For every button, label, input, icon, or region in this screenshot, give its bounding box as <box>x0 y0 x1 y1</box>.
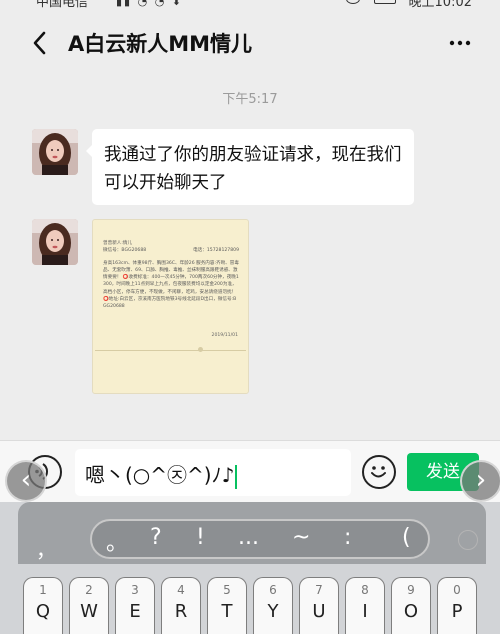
avatar[interactable] <box>32 219 78 265</box>
key-letter: W <box>80 601 98 622</box>
key-u[interactable]: 7U <box>299 577 339 634</box>
battery-icon <box>374 0 396 4</box>
card-pin-dot <box>198 347 203 352</box>
input-bar: 嗯丶(○^㉨^)ﾉ♪ 发送 <box>0 440 500 502</box>
key-number: 4 <box>177 583 185 597</box>
key-w[interactable]: 2W <box>69 577 109 634</box>
chevron-right-icon[interactable]: › <box>460 460 500 502</box>
message-timestamp: 下午5:17 <box>222 92 278 107</box>
punctuation-bar: 。 ? ! ... ~ : ( <box>90 519 430 559</box>
punct-key[interactable]: ... <box>238 525 259 550</box>
key-letter: T <box>221 601 233 622</box>
message-input-text: 嗯丶(○^㉨^)ﾉ♪ <box>85 463 235 487</box>
key-letter: P <box>451 601 463 622</box>
card-wechat-id: 微信号：BGG20688 <box>103 248 147 254</box>
keyboard-toolbar: ， 。 ? ! ... ~ : ( <box>18 502 486 564</box>
image-card-text: 曾曾新人:情儿 微信号：BGG20688 电话：15728127809 身高16… <box>103 240 239 311</box>
key-number: 7 <box>315 583 323 597</box>
message-input[interactable]: 嗯丶(○^㉨^)ﾉ♪ <box>75 449 351 496</box>
punct-key[interactable]: ( <box>402 525 411 550</box>
key-p[interactable]: 0P <box>437 577 477 634</box>
key-number: 2 <box>85 583 93 597</box>
chat-header: A白云新人MM情儿 <box>0 12 500 74</box>
key-letter: O <box>403 601 419 622</box>
key-i[interactable]: 8I <box>345 577 385 634</box>
key-number: 5 <box>223 583 231 597</box>
eye-icon <box>346 0 360 4</box>
image-message[interactable]: 曾曾新人:情儿 微信号：BGG20688 电话：15728127809 身高16… <box>92 219 249 394</box>
punct-key[interactable]: ? <box>150 525 162 550</box>
key-o[interactable]: 9O <box>391 577 431 634</box>
status-bar: 中国电信 ▮▮ ◔ ◔ ⬇ 晚上10:02 <box>0 0 500 12</box>
key-r[interactable]: 4R <box>161 577 201 634</box>
key-number: 0 <box>453 583 461 597</box>
key-number: 1 <box>39 583 47 597</box>
message-bubble[interactable]: 我通过了你的朋友验证请求，现在我们可以开始聊天了 <box>86 129 414 205</box>
punct-key[interactable]: 。 <box>106 525 128 557</box>
key-letter: I <box>362 601 368 622</box>
card-divider <box>95 350 246 351</box>
card-body: 身高163cm、体重98斤、胸围36C、年龄26 服务内容:齐吻、冒毒品、无套吹… <box>103 260 239 310</box>
key-number: 3 <box>131 583 139 597</box>
punct-key[interactable]: ! <box>196 525 205 550</box>
key-letter: Q <box>35 601 51 622</box>
key-letter: R <box>174 601 188 622</box>
card-name: 曾曾新人:情儿 <box>103 241 133 246</box>
key-q[interactable]: 1Q <box>23 577 63 634</box>
close-circle-icon[interactable] <box>458 530 478 550</box>
punct-key[interactable]: : <box>344 525 351 550</box>
text-caret <box>235 464 238 489</box>
key-y[interactable]: 6Y <box>253 577 293 634</box>
key-number: 9 <box>407 583 415 597</box>
wechat-chat-screen: 中国电信 ▮▮ ◔ ◔ ⬇ 晚上10:02 A白云新人MM情儿 下午5:17 我… <box>0 0 500 634</box>
chevron-left-icon[interactable]: ‹ <box>5 460 47 502</box>
clock-label: 晚上10:02 <box>408 0 472 10</box>
signal-icon: ▮▮ ◔ ◔ ⬇ <box>116 0 184 8</box>
punct-key[interactable]: ~ <box>292 525 310 550</box>
key-number: 8 <box>361 583 369 597</box>
key-t[interactable]: 5T <box>207 577 247 634</box>
chevron-left-icon[interactable] <box>30 30 50 56</box>
chat-title: A白云新人MM情儿 <box>68 32 253 56</box>
more-dots-icon[interactable] <box>448 33 472 53</box>
card-phone: 电话：15728127809 <box>193 248 239 254</box>
key-e[interactable]: 3E <box>115 577 155 634</box>
smiley-icon[interactable] <box>362 455 396 489</box>
card-contact-row: 微信号：BGG20688 电话：15728127809 <box>103 247 239 254</box>
key-letter: U <box>312 601 326 622</box>
keyboard-row-qwerty: 1Q 2W 3E 4R 5T 6Y 7U 8I 9O 0P <box>23 577 483 634</box>
key-letter: E <box>129 601 141 622</box>
avatar[interactable] <box>32 129 78 175</box>
card-date: 2019/11/01 <box>211 333 238 338</box>
key-number: 6 <box>269 583 277 597</box>
carrier-label: 中国电信 <box>36 0 89 10</box>
comma-key[interactable]: ， <box>36 534 56 563</box>
key-letter: Y <box>267 601 279 622</box>
keyboard: ， 。 ? ! ... ~ : ( 1Q 2W 3E 4R 5T 6Y 7U 8… <box>0 502 500 634</box>
